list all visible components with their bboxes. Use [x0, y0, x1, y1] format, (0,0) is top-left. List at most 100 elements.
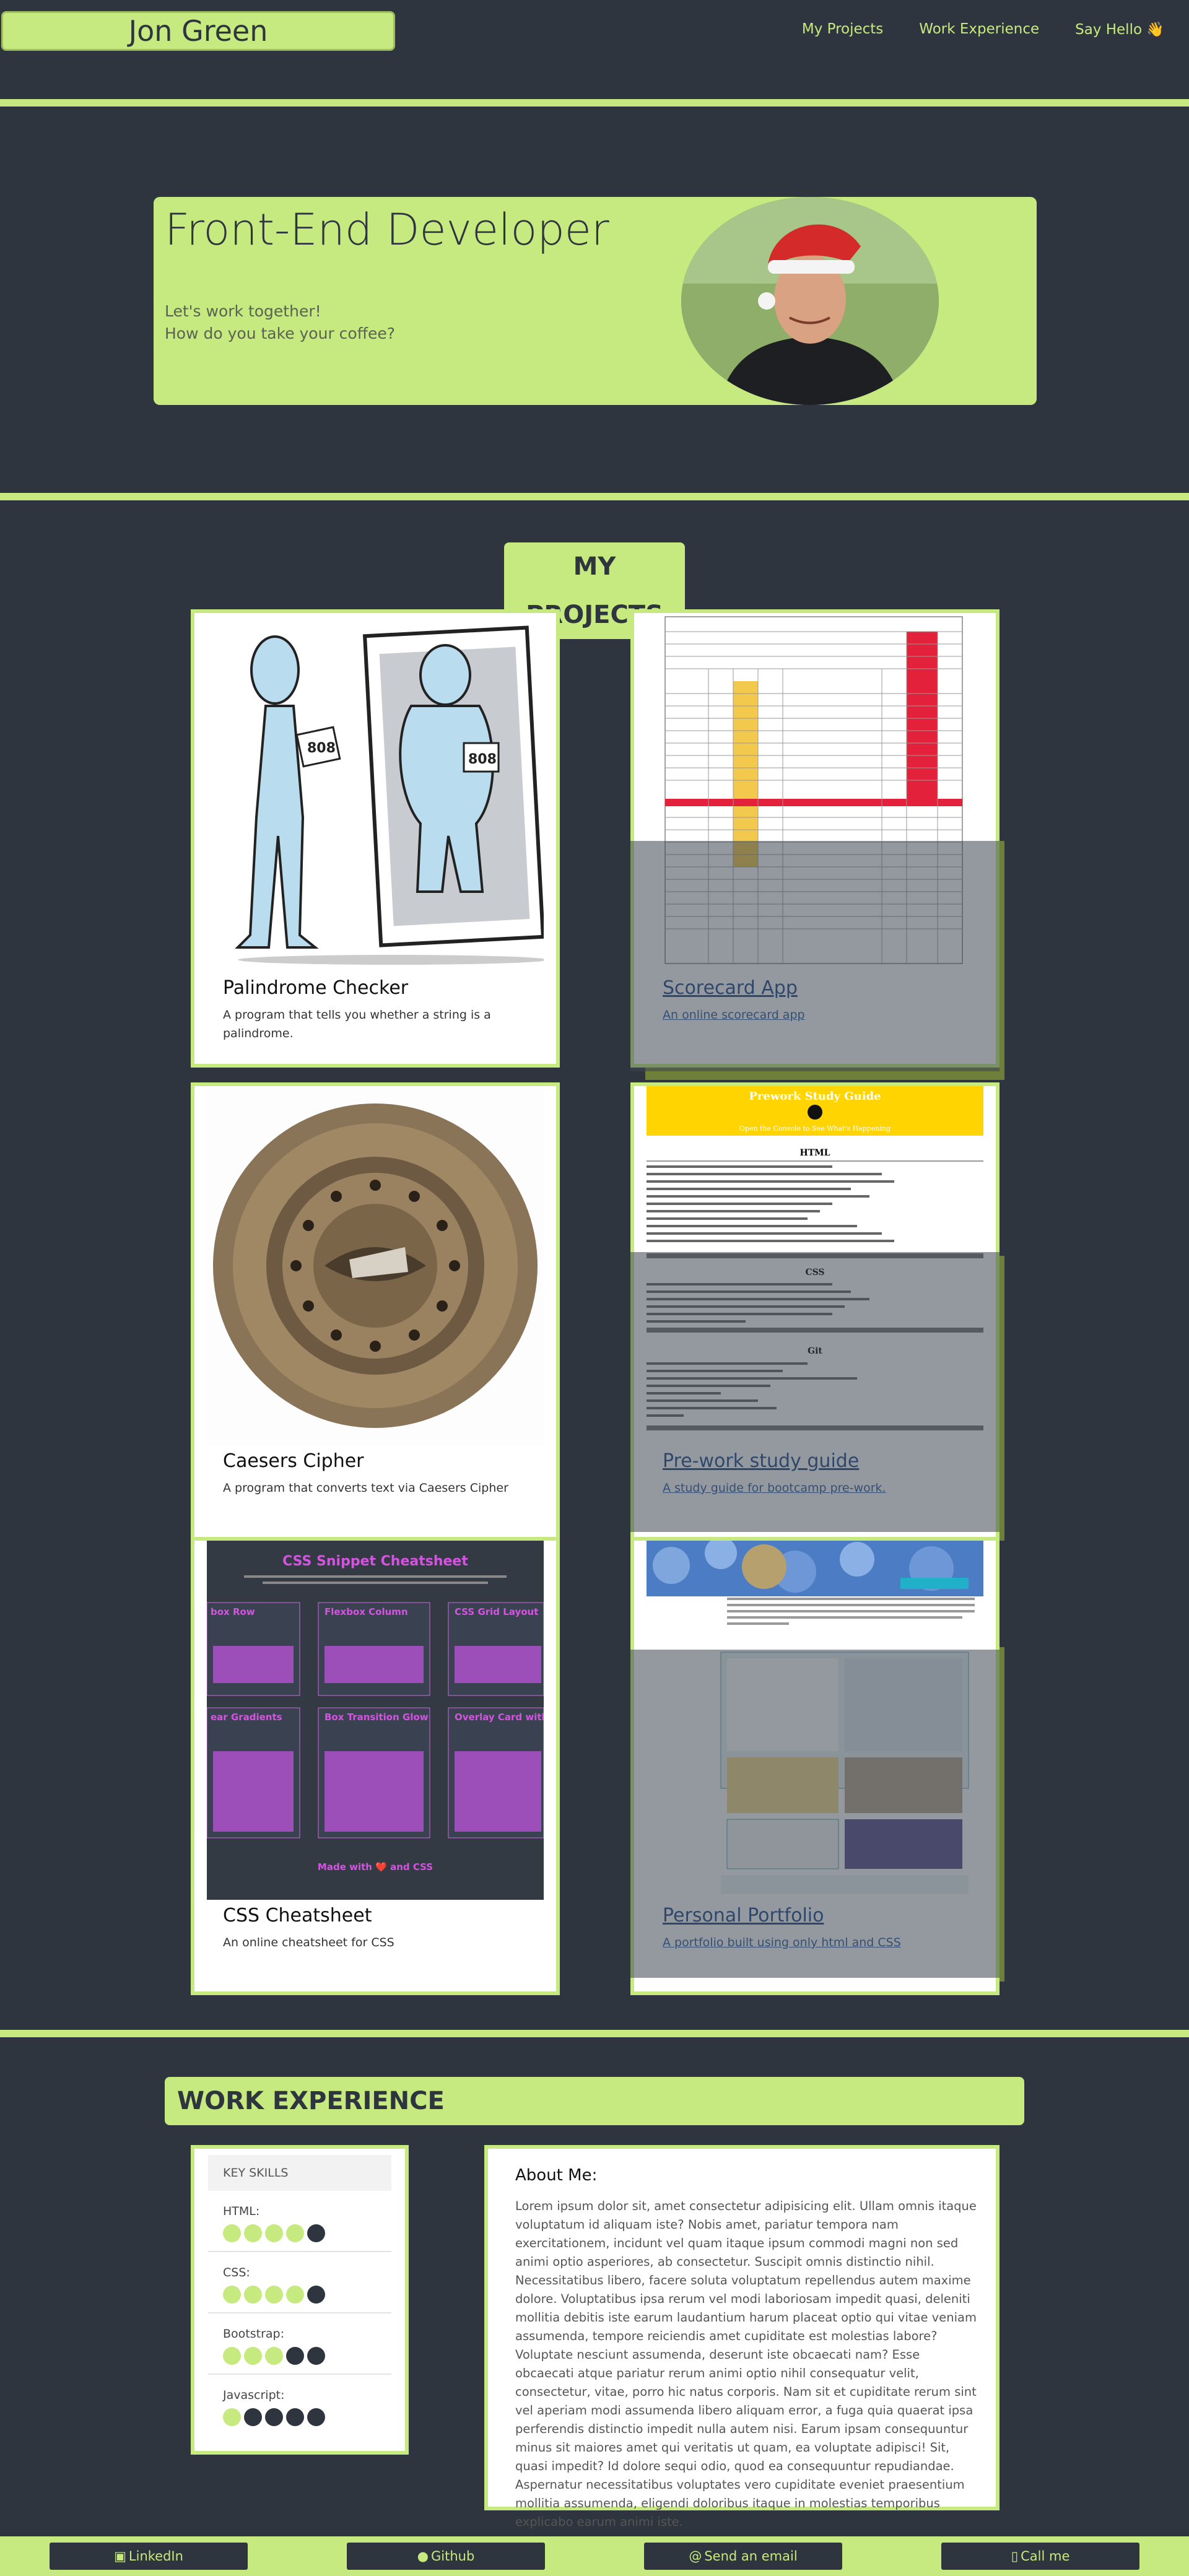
cheatsheet-title: CSS Snippet Cheatsheet	[282, 1554, 468, 1569]
project-card-study-guide[interactable]: Prework Study Guide Open the Console to …	[630, 1082, 1000, 1541]
rating-dot-filled	[244, 2224, 262, 2242]
project-card-portfolio[interactable]: Personal Portfolio A portfolio built usi…	[630, 1537, 1000, 1995]
rating-dot-filled	[265, 2347, 283, 2365]
rating-dot-empty	[286, 2408, 304, 2426]
rating-dot-empty	[307, 2347, 325, 2365]
project-card-cipher[interactable]: Caesers Cipher A program that converts t…	[191, 1082, 560, 1541]
rating-dot-empty	[265, 2408, 283, 2426]
github-icon: ●	[417, 2549, 429, 2564]
rating-dot-filled	[265, 2224, 283, 2242]
study-section: Git	[808, 1346, 822, 1356]
divider	[0, 2030, 1189, 2037]
cheatsheet-card: Box Transition Glow	[324, 1712, 429, 1723]
key-skills-panel: KEY SKILLS HTML: CSS: Bootstrap: Javascr…	[191, 2145, 409, 2455]
mirror-badge: 808	[307, 741, 336, 756]
cheatsheet-card: Flexbox Column	[324, 1606, 408, 1617]
rating-dot-filled	[286, 2224, 304, 2242]
project-desc: An online cheatsheet for CSS	[223, 1936, 394, 1949]
rating-dot-filled	[223, 2347, 241, 2365]
rating-dot-filled	[223, 2224, 241, 2242]
project-desc[interactable]: A study guide for bootcamp pre-work.	[663, 1479, 972, 1497]
navbar: Jon Green My Projects Work Experience Sa…	[0, 0, 1189, 62]
project-name[interactable]: Caesers Cipher	[223, 1450, 364, 1472]
rating-dot-empty	[307, 2286, 325, 2304]
project-card-scorecard[interactable]: Scorecard App An online scorecard app	[630, 609, 1000, 1068]
project-desc[interactable]: An online scorecard app	[663, 1006, 972, 1024]
study-title: Prework Study Guide	[749, 1090, 881, 1103]
hero-tagline: Let's work together!	[165, 302, 321, 320]
email-label: Send an email	[704, 2549, 798, 2564]
skill-bootstrap: Bootstrap:	[208, 2313, 391, 2375]
cheatsheet-card: ear Gradients	[211, 1712, 282, 1723]
rating-dot-filled	[286, 2286, 304, 2304]
github-label: Github	[431, 2549, 475, 2564]
skill-rating	[223, 2224, 377, 2242]
rating-dot-empty	[307, 2224, 325, 2242]
project-name[interactable]: CSS Cheatsheet	[223, 1905, 372, 1926]
skill-label: CSS:	[223, 2266, 250, 2279]
at-icon: @	[689, 2549, 702, 2564]
skill-html: HTML:	[208, 2191, 391, 2252]
call-label: Call me	[1021, 2549, 1070, 2564]
project-thumbnail: CSS Snippet Cheatsheet box Row Flexbox C…	[207, 1541, 544, 1900]
hero-tagline-2: How do you take your coffee?	[165, 324, 395, 342]
project-name[interactable]: Scorecard App	[663, 977, 798, 999]
project-thumbnail	[207, 1086, 544, 1445]
call-button[interactable]: ▯ Call me	[941, 2543, 1139, 2570]
nav-link-projects[interactable]: My Projects	[802, 21, 883, 38]
github-button[interactable]: ● Github	[347, 2543, 545, 2570]
rating-dot-filled	[244, 2347, 262, 2365]
rating-dot-empty	[307, 2408, 325, 2426]
skill-label: Bootstrap:	[223, 2327, 284, 2341]
project-thumbnail: 808 808	[207, 613, 544, 972]
nav-links: My Projects Work Experience Say Hello 👋	[802, 21, 1164, 38]
divider	[0, 99, 1189, 107]
linkedin-icon: ▣	[114, 2549, 126, 2564]
project-name[interactable]: Personal Portfolio	[663, 1905, 824, 1926]
nav-link-hello[interactable]: Say Hello 👋	[1075, 21, 1164, 38]
linkedin-button[interactable]: ▣ LinkedIn	[50, 2543, 248, 2570]
rating-dot-empty	[286, 2347, 304, 2365]
project-name[interactable]: Pre-work study guide	[663, 1450, 859, 1472]
rating-dot-empty	[244, 2408, 262, 2426]
nav-link-work[interactable]: Work Experience	[919, 21, 1039, 38]
cheatsheet-card: box Row	[211, 1606, 255, 1617]
about-text: Lorem ipsum dolor sit, amet consectetur …	[515, 2199, 977, 2529]
about-title: About Me:	[515, 2166, 598, 2185]
project-desc: A program that converts text via Caesers…	[223, 1481, 508, 1495]
mirror-badge: 808	[468, 752, 497, 767]
skill-css: CSS:	[208, 2252, 391, 2313]
study-section: HTML	[800, 1148, 830, 1158]
phone-icon: ▯	[1011, 2549, 1019, 2564]
cheatsheet-footer: Made with ❤️ and CSS	[318, 1861, 433, 1873]
cheatsheet-card: CSS Grid Layout	[455, 1606, 538, 1617]
rating-dot-filled	[265, 2286, 283, 2304]
divider	[0, 493, 1189, 500]
project-desc[interactable]: A portfolio built using only html and CS…	[663, 1933, 972, 1952]
avatar	[681, 197, 939, 405]
study-subtitle: Open the Console to See What's Happening	[739, 1125, 891, 1133]
study-section: CSS	[805, 1268, 824, 1277]
project-card-cheatsheet[interactable]: CSS Snippet Cheatsheet box Row Flexbox C…	[191, 1537, 560, 1995]
project-thumbnail	[647, 1541, 983, 1900]
about-me-panel: About Me: Lorem ipsum dolor sit, amet co…	[484, 2145, 1000, 2529]
rating-dot-filled	[223, 2286, 241, 2304]
hero-banner: Front-End Developer Let's work together!…	[154, 197, 1037, 405]
skill-rating	[223, 2408, 377, 2426]
project-thumbnail	[647, 613, 983, 972]
cheatsheet-card: Overlay Card with Title	[455, 1712, 544, 1723]
brand-name[interactable]: Jon Green	[1, 11, 395, 51]
skill-label: Javascript:	[223, 2388, 285, 2402]
skill-label: HTML:	[223, 2204, 260, 2218]
skill-rating	[223, 2286, 377, 2304]
project-thumbnail: Prework Study Guide Open the Console to …	[647, 1086, 983, 1445]
project-desc: A program that tells you whether a strin…	[223, 1008, 491, 1040]
project-name[interactable]: Palindrome Checker	[223, 977, 408, 999]
skill-javascript: Javascript:	[208, 2375, 391, 2435]
project-card-palindrome[interactable]: 808 808 Palindrome Checker A program tha…	[191, 609, 560, 1068]
email-button[interactable]: @ Send an email	[644, 2543, 842, 2570]
footer: ▣ LinkedIn ● Github @ Send an email ▯ Call m…	[0, 2536, 1189, 2576]
linkedin-label: LinkedIn	[128, 2549, 183, 2564]
hero-title: Front-End Developer	[165, 204, 609, 255]
work-title: WORK EXPERIENCE	[165, 2077, 1024, 2125]
